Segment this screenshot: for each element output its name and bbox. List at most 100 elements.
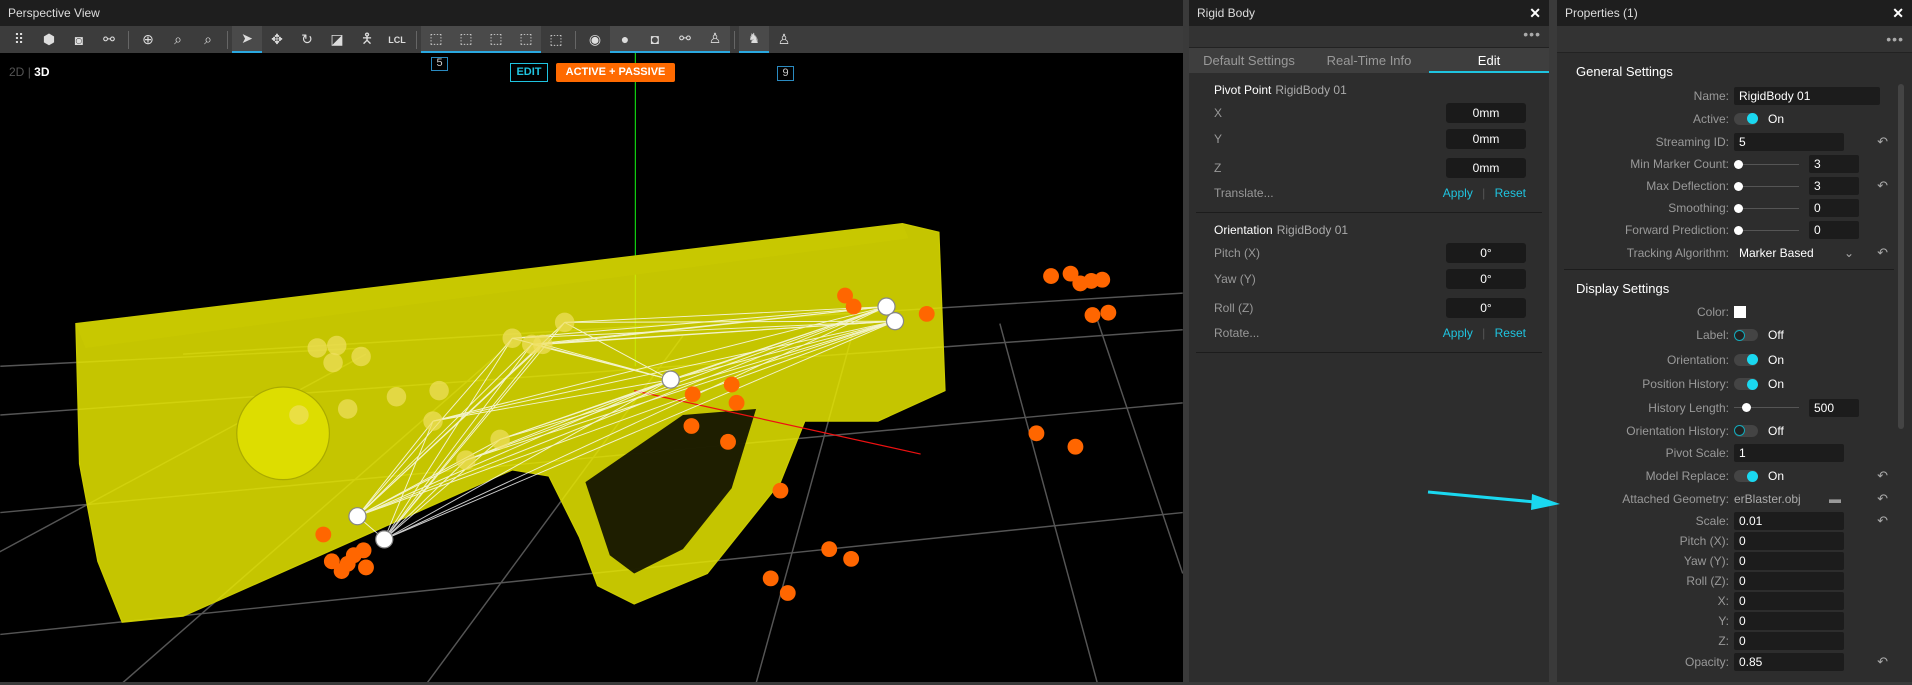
opacity-input[interactable]: 0.85 [1734, 652, 1844, 671]
label-toggle[interactable] [1734, 329, 1758, 341]
tab-edit[interactable]: Edit [1429, 48, 1549, 73]
mode-badge[interactable]: ACTIVE + PASSIVE [556, 63, 675, 82]
scale-tool-icon[interactable]: ◪ [322, 26, 352, 53]
reset-button[interactable]: Reset [1495, 326, 1526, 340]
active-toggle[interactable] [1734, 112, 1758, 125]
geometry-x-input[interactable]: 0 [1734, 592, 1844, 610]
select-skeletons-icon[interactable]: ⬚ [511, 26, 541, 53]
mode-3d[interactable]: 3D [34, 65, 49, 79]
geometry-roll-input[interactable]: 0 [1734, 572, 1844, 590]
visibility-icon[interactable]: ◉ [580, 26, 610, 53]
reset-icon[interactable]: ↶ [1877, 654, 1888, 670]
tracking-algorithm-select[interactable]: Marker Based [1734, 246, 1844, 260]
rigid-body-marker [375, 530, 394, 549]
show-rigidbodies-icon[interactable]: ⚯ [670, 26, 700, 53]
pivot-x-input[interactable]: 0mm [1446, 102, 1526, 123]
reset-button[interactable]: Reset [1495, 186, 1526, 200]
smoothing-input[interactable]: 0 [1809, 199, 1859, 217]
show-skeletons-icon[interactable]: ♙ [700, 26, 730, 53]
close-icon[interactable]: ✕ [1529, 5, 1541, 22]
forward-prediction-input[interactable]: 0 [1809, 221, 1859, 239]
pivot-y-input[interactable]: 0mm [1446, 128, 1526, 149]
3d-viewport[interactable]: 2D | 3D 5 9 EDIT ACTIVE + PASSIVE [0, 53, 1184, 684]
rotate-tool-icon[interactable]: ↻ [292, 26, 322, 53]
panel-title: Rigid Body [1197, 6, 1256, 20]
tab-default-settings[interactable]: Default Settings [1189, 48, 1309, 73]
reset-icon[interactable]: ↶ [1877, 468, 1888, 484]
select-other-icon[interactable]: ⬚ [541, 26, 571, 53]
geometry-y-input[interactable]: 0 [1734, 612, 1844, 630]
body-tool-icon[interactable]: 🯅 [352, 26, 382, 53]
field-label: Z [1214, 160, 1222, 175]
name-input[interactable]: RigidBody 01 [1734, 86, 1880, 105]
geometry-yaw-input[interactable]: 0 [1734, 552, 1844, 570]
smoothing-slider[interactable] [1734, 203, 1799, 213]
zoom-selection-icon[interactable]: ⌕ [163, 26, 193, 53]
skeleton-icon[interactable]: ⚯ [94, 26, 124, 53]
reset-icon[interactable]: ↶ [1877, 491, 1888, 507]
select-tool-icon[interactable]: ➤ [232, 26, 262, 53]
grid-menu-icon[interactable]: ⠿ [4, 26, 34, 53]
max-deflection-input[interactable]: 3 [1809, 177, 1859, 195]
reset-icon[interactable]: ↶ [1877, 178, 1888, 194]
reset-icon[interactable]: ↶ [1877, 513, 1888, 529]
min-marker-slider[interactable] [1734, 159, 1799, 169]
chevron-down-icon[interactable]: ⌄ [1844, 246, 1854, 260]
apply-button[interactable]: Apply [1443, 326, 1473, 340]
zoom-center-icon[interactable]: ⊕ [133, 26, 163, 53]
occluded-marker [554, 312, 575, 333]
mode-2d[interactable]: 2D [9, 65, 24, 79]
reset-icon[interactable]: ↶ [1877, 245, 1888, 261]
history-length-slider[interactable] [1734, 403, 1799, 412]
unlabeled-marker [821, 541, 838, 558]
unlabeled-marker [358, 559, 374, 576]
attached-geometry-path[interactable]: erBlaster.obj [1734, 492, 1829, 506]
history-length-input[interactable]: 500 [1809, 398, 1859, 417]
geometry-z-input[interactable]: 0 [1734, 632, 1844, 650]
occluded-marker [429, 380, 449, 401]
pivot-point-section: Pivot Point RigidBody 01 X 0mm Y 0mm Z 0mm T… [1196, 73, 1542, 213]
select-cameras-icon[interactable]: ⬚ [451, 26, 481, 53]
pivot-scale-input[interactable]: 1 [1734, 444, 1844, 462]
geometry-pitch-input[interactable]: 0 [1734, 532, 1844, 550]
forward-prediction-slider[interactable] [1734, 225, 1799, 235]
apply-button[interactable]: Apply [1443, 186, 1473, 200]
roll-input[interactable]: 0° [1446, 297, 1526, 318]
edit-badge[interactable]: EDIT [510, 63, 548, 82]
scene-canvas[interactable] [0, 53, 1184, 684]
folder-icon[interactable]: ▬ [1829, 492, 1841, 506]
figure-icon[interactable]: ♙ [769, 26, 799, 53]
translate-label: Translate... [1214, 186, 1274, 200]
model-replace-toggle[interactable] [1734, 470, 1758, 482]
show-markers-icon[interactable]: ● [610, 26, 640, 53]
reset-icon[interactable]: ↶ [1877, 134, 1888, 150]
min-marker-input[interactable]: 3 [1809, 155, 1859, 173]
local-space-button[interactable]: LCL [382, 26, 412, 53]
close-icon[interactable]: ✕ [1892, 5, 1904, 22]
view-mode-toggle[interactable]: 2D | 3D [9, 65, 50, 79]
show-cameras-icon[interactable]: ◘ [640, 26, 670, 53]
unlabeled-marker [1100, 304, 1117, 321]
orientation-toggle[interactable] [1734, 353, 1758, 366]
select-rigidbodies-icon[interactable]: ⬚ [481, 26, 511, 53]
pitch-input[interactable]: 0° [1446, 242, 1526, 263]
camera-icon[interactable]: ◙ [64, 26, 94, 53]
tab-real-time-info[interactable]: Real-Time Info [1309, 48, 1429, 73]
field-label: X [1214, 105, 1223, 120]
select-markers-icon[interactable]: ⬚ [421, 26, 451, 53]
max-deflection-slider[interactable] [1734, 181, 1799, 191]
scale-input[interactable]: 0.01 [1734, 511, 1844, 530]
orientation-history-toggle[interactable] [1734, 424, 1758, 437]
more-options-icon[interactable]: ••• [1557, 26, 1912, 53]
skeleton-view-icon[interactable]: ♞ [739, 26, 769, 53]
streaming-id-input[interactable]: 5 [1734, 132, 1844, 151]
zoom-fit-icon[interactable]: ⌕ [193, 26, 223, 53]
position-history-toggle[interactable] [1734, 378, 1758, 390]
pivot-z-input[interactable]: 0mm [1446, 157, 1526, 178]
more-options-icon[interactable]: ••• [1189, 26, 1549, 48]
color-swatch[interactable] [1734, 306, 1746, 318]
scrollbar[interactable] [1898, 84, 1904, 429]
cube-icon[interactable]: ⬢ [34, 26, 64, 53]
yaw-input[interactable]: 0° [1446, 268, 1526, 289]
move-tool-icon[interactable]: ✥ [262, 26, 292, 53]
